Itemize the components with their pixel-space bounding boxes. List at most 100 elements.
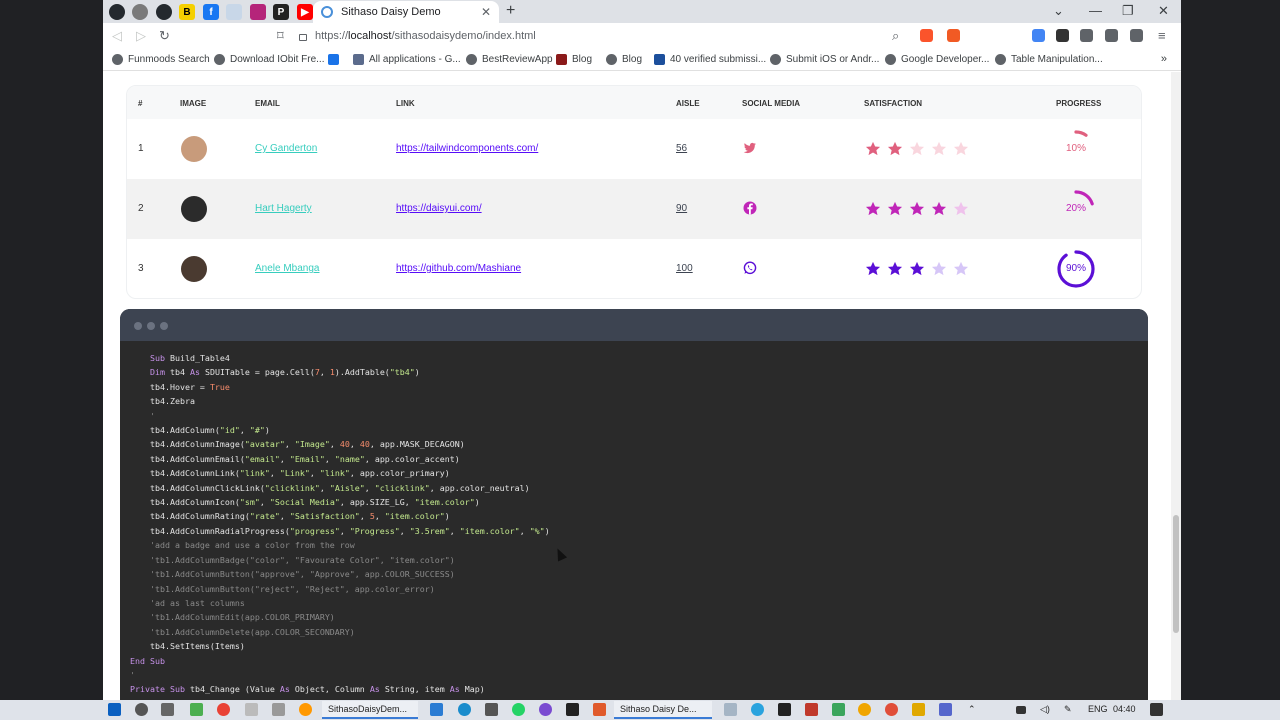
pinned-tab-icon[interactable] (132, 4, 148, 20)
taskbar-app-icon[interactable] (724, 703, 737, 716)
star-icon[interactable] (865, 261, 881, 276)
bookmark-item[interactable]: BestReviewApp (466, 54, 553, 65)
row-aisle-link[interactable]: 100 (676, 263, 693, 274)
taskbar-app-icon[interactable] (217, 703, 230, 716)
star-icon[interactable] (931, 141, 947, 156)
taskbar-app-icon[interactable] (885, 703, 898, 716)
telegram-icon[interactable] (751, 703, 764, 716)
star-icon[interactable] (909, 201, 925, 216)
sidebar-toggle-icon[interactable] (1105, 29, 1118, 42)
tray-overflow-icon[interactable]: ⌃ (968, 704, 976, 715)
star-icon[interactable] (887, 141, 903, 156)
facebook-pinned-tab-icon[interactable]: f (203, 4, 219, 20)
language-indicator[interactable]: ENG (1088, 704, 1108, 714)
terminal-icon[interactable] (778, 703, 791, 716)
taskbar-app-icon[interactable] (299, 703, 312, 716)
row-aisle-link[interactable]: 56 (676, 143, 687, 154)
github-pinned-tab-icon[interactable] (109, 4, 125, 20)
notifications-icon[interactable] (1150, 703, 1163, 716)
pen-icon[interactable]: ✎ (1064, 704, 1072, 715)
extension-icon[interactable] (1056, 29, 1069, 42)
task-view-icon[interactable] (161, 703, 174, 716)
filezilla-icon[interactable] (805, 703, 818, 716)
row-email-link[interactable]: Cy Ganderton (255, 143, 317, 154)
back-button[interactable]: ◁ (112, 28, 122, 44)
new-tab-button[interactable]: + (506, 2, 515, 20)
taskbar-app-icon[interactable] (245, 703, 258, 716)
taskbar-app-icon[interactable] (485, 703, 498, 716)
row-link[interactable]: https://daisyui.com/ (396, 203, 482, 214)
rating-stars[interactable] (865, 261, 969, 276)
bookmark-item[interactable]: Download IObit Fre... (214, 54, 324, 65)
volume-icon[interactable]: ◁) (1040, 704, 1050, 715)
page-scrollbar[interactable] (1171, 72, 1181, 700)
youtube-pinned-tab-icon[interactable]: ▶ (297, 4, 313, 20)
row-email-link[interactable]: Anele Mbanga (255, 263, 320, 274)
close-window-button[interactable]: ✕ (1158, 3, 1169, 19)
bookmark-item[interactable]: Google Developer... (885, 54, 989, 65)
bookmark-item[interactable]: All applications - G... (353, 54, 461, 65)
menu-icon[interactable]: ≡ (1158, 28, 1166, 43)
tab-search-chevron-icon[interactable]: ⌄ (1053, 3, 1064, 19)
whatsapp-icon[interactable] (743, 261, 757, 275)
bookmark-item[interactable]: Blog (556, 54, 592, 65)
bookmarks-overflow-icon[interactable]: » (1161, 53, 1167, 65)
facebook-icon[interactable] (743, 201, 757, 215)
tab-close-icon[interactable]: ✕ (481, 5, 491, 19)
row-link[interactable]: https://github.com/Mashiane (396, 263, 521, 274)
reload-button[interactable]: ↻ (159, 28, 170, 44)
twitter-icon[interactable] (743, 141, 757, 155)
zoom-search-icon[interactable]: ⌕ (892, 28, 899, 44)
taskbar-app-icon[interactable] (458, 703, 471, 716)
taskbar-app-icon[interactable] (190, 703, 203, 716)
star-icon[interactable] (953, 141, 969, 156)
bookmark-item[interactable]: Blog (606, 54, 642, 65)
bookmark-item[interactable]: 40 verified submissi... (654, 54, 766, 65)
minimize-button[interactable]: — (1089, 3, 1102, 18)
pinned-tab-icon[interactable]: B (179, 4, 195, 20)
taskbar-app-icon[interactable] (539, 703, 552, 716)
extensions-puzzle-icon[interactable] (1080, 29, 1093, 42)
pinned-tab-icon[interactable] (250, 4, 266, 20)
row-email-link[interactable]: Hart Hagerty (255, 203, 312, 214)
pinned-tab-icon[interactable]: P (273, 4, 289, 20)
star-icon[interactable] (931, 201, 947, 216)
star-icon[interactable] (931, 261, 947, 276)
whatsapp-icon[interactable] (512, 703, 525, 716)
bookmark-star-icon[interactable]: ⌑ (277, 28, 284, 44)
star-icon[interactable] (865, 201, 881, 216)
maximize-button[interactable]: ❐ (1122, 3, 1134, 19)
bookmark-item[interactable]: Table Manipulation... (995, 54, 1103, 65)
brave-shield-icon[interactable] (920, 29, 933, 42)
translate-extension-icon[interactable] (1032, 29, 1045, 42)
star-icon[interactable] (887, 261, 903, 276)
wallet-icon[interactable] (1130, 29, 1143, 42)
bookmark-item[interactable]: Submit iOS or Andr... (770, 54, 879, 65)
brave-rewards-icon[interactable] (947, 29, 960, 42)
taskbar-app-icon[interactable] (832, 703, 845, 716)
taskbar-app-icon[interactable] (272, 703, 285, 716)
forward-button[interactable]: ▷ (136, 28, 146, 44)
taskbar-app-brave[interactable]: Sithaso Daisy De... (614, 701, 712, 719)
search-icon[interactable] (135, 703, 148, 716)
rating-stars[interactable] (865, 201, 969, 216)
taskbar-app-icon[interactable] (593, 703, 606, 716)
bookmark-item[interactable]: Funmoods Search (112, 54, 210, 65)
star-icon[interactable] (953, 261, 969, 276)
taskbar-app-icon[interactable] (858, 703, 871, 716)
taskbar-app-sithaso-daisy[interactable]: SithasoDaisyDem... (322, 701, 418, 719)
rating-stars[interactable] (865, 141, 969, 156)
star-icon[interactable] (909, 141, 925, 156)
star-icon[interactable] (887, 201, 903, 216)
star-icon[interactable] (953, 201, 969, 216)
star-icon[interactable] (865, 141, 881, 156)
address-bar[interactable]: https://localhost/sithasodaisydemo/index… (299, 26, 899, 46)
clock[interactable]: 04:40 (1113, 704, 1136, 714)
taskbar-app-icon[interactable] (939, 703, 952, 716)
star-icon[interactable] (909, 261, 925, 276)
scrollbar-thumb[interactable] (1173, 515, 1179, 633)
github-pinned-tab-icon[interactable] (156, 4, 172, 20)
battery-icon[interactable] (1016, 706, 1026, 714)
tab-sithaso-daisy-demo[interactable]: Sithaso Daisy Demo ✕ (313, 1, 499, 23)
row-aisle-link[interactable]: 90 (676, 203, 687, 214)
